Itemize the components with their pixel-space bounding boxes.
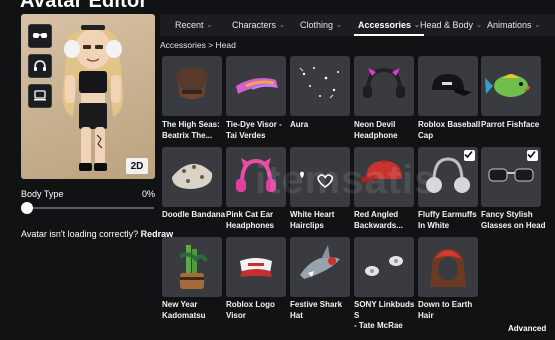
body-type-slider-track[interactable] <box>26 207 154 209</box>
item-tile-down-to-earth-hair[interactable] <box>418 237 478 297</box>
earbuds-thumbnail <box>365 256 403 276</box>
item-name: Festive Shark Hat <box>290 300 343 320</box>
loading-hint: Avatar isn't loading correctly? Redraw <box>21 229 173 239</box>
item-name: Fancy Stylish Glasses on Head <box>481 210 546 230</box>
aura-thumbnail <box>299 67 339 99</box>
equipped-checkmark <box>527 150 538 161</box>
breadcrumb-current: Head <box>215 40 236 50</box>
heart-clip-thumbnail <box>300 171 334 188</box>
item-tile-red-angled-backwards-cap[interactable] <box>354 147 414 207</box>
item-tile-fluffy-earmuffs[interactable] <box>418 147 478 207</box>
body-type-value: 0% <box>142 189 156 199</box>
item-name: SONY Linkbuds S- Tate McRae <box>354 300 415 330</box>
headphone-thumbnail <box>236 158 276 192</box>
pirate-hat-thumbnail <box>176 67 208 99</box>
avatar-figure <box>62 25 124 171</box>
item-name: Tie-Dye Visor - Tai Verdes <box>226 120 282 140</box>
item-name: The High Seas: Beatrix The... <box>162 120 220 140</box>
sunglasses-slot-button[interactable] <box>28 24 52 48</box>
chevron-down-icon: ⌄ <box>336 22 342 29</box>
hair-thumbnail <box>430 249 466 287</box>
item-tile-sony-linkbuds[interactable] <box>354 237 414 297</box>
item-tile-roblox-baseball-cap[interactable] <box>418 56 478 116</box>
breadcrumb-separator: > <box>208 40 214 50</box>
category-tabs: Recent ⌄ Characters ⌄ Clothing ⌄ Accessorie… <box>160 14 555 36</box>
monitor-slot-button[interactable] <box>28 84 52 108</box>
sunglasses-icon <box>33 33 47 38</box>
tab-recent[interactable]: Recent ⌄ <box>175 14 212 36</box>
bandana-thumbnail <box>172 163 213 189</box>
item-tile-parrot-fishface[interactable] <box>481 56 541 116</box>
item-name: Red Angled Backwards... <box>354 210 403 230</box>
item-tile-fancy-stylish-glasses[interactable] <box>481 147 541 207</box>
item-name: Down to Earth Hair <box>418 300 473 320</box>
item-tile-aura[interactable] <box>290 56 350 116</box>
headphones-icon <box>34 60 46 71</box>
item-tile-doodle-bandana[interactable] <box>162 147 222 207</box>
tab-label: Accessories <box>358 20 412 30</box>
tab-head-and-body[interactable]: Head & Body ⌄ <box>420 14 482 36</box>
item-name: Pink Cat Ear Headphones <box>226 210 275 230</box>
item-tile-beatrix-hat[interactable] <box>162 56 222 116</box>
headphones-slot-button[interactable] <box>28 54 52 78</box>
body-type-slider-handle[interactable] <box>21 202 33 214</box>
fish-thumbnail <box>485 74 530 97</box>
item-tile-neon-devil-headphone[interactable] <box>354 56 414 116</box>
checkmark-icon <box>527 150 536 159</box>
item-name: White Heart Hairclips <box>290 210 335 230</box>
checkmark-icon <box>464 150 473 159</box>
loading-hint-question: Avatar isn't loading correctly? <box>21 229 139 239</box>
item-name: Parrot Fishface <box>481 120 540 129</box>
item-name: Roblox Baseball Cap <box>418 120 481 140</box>
advanced-button[interactable]: Advanced <box>508 324 546 333</box>
body-type-label: Body Type <box>21 189 64 199</box>
chevron-down-icon: ⌄ <box>476 22 482 29</box>
tab-label: Characters <box>232 20 277 30</box>
tab-animations[interactable]: Animations ⌄ <box>487 14 540 36</box>
breadcrumb: Accessories > Head <box>160 40 236 50</box>
tab-accessories[interactable]: Accessories ⌄ <box>354 14 424 36</box>
shark-hat-thumbnail <box>300 245 340 279</box>
visor-thumbnail <box>236 78 278 94</box>
item-name: New Year Kadomatsu <box>162 300 206 320</box>
baseball-cap-thumbnail <box>432 74 472 96</box>
page-title: Avatar Editor <box>20 0 148 12</box>
chevron-down-icon: ⌄ <box>279 22 285 29</box>
breadcrumb-parent[interactable]: Accessories <box>160 40 206 50</box>
chevron-down-icon: ⌄ <box>534 22 541 29</box>
item-name: Aura <box>290 120 309 129</box>
item-tile-new-year-kadomatsu[interactable] <box>162 237 222 297</box>
tab-clothing[interactable]: Clothing ⌄ <box>300 14 342 36</box>
tab-label: Recent <box>175 20 204 30</box>
avatar-preview[interactable]: 2D <box>21 14 155 179</box>
item-tile-pink-cat-ear-headphones[interactable] <box>226 147 286 207</box>
item-name: Roblox Logo Visor <box>226 300 275 320</box>
item-tile-white-heart-hairclips[interactable] <box>290 147 350 207</box>
item-tile-roblox-logo-visor[interactable] <box>226 237 286 297</box>
item-name: Neon Devil Headphone <box>354 120 398 140</box>
headphone-thumbnail <box>363 67 405 98</box>
visor-thumbnail <box>240 258 272 277</box>
tab-label: Head & Body <box>420 20 474 30</box>
item-tile-festive-shark-hat[interactable] <box>290 237 350 297</box>
monitor-icon <box>34 90 46 101</box>
item-name: Doodle Bandana <box>162 210 226 219</box>
tab-label: Animations <box>487 20 532 30</box>
chevron-down-icon: ⌄ <box>206 22 213 29</box>
tab-characters[interactable]: Characters ⌄ <box>232 14 285 36</box>
equipped-checkmark <box>464 150 475 161</box>
cap-thumbnail <box>362 159 402 183</box>
kadomatsu-thumbnail <box>178 245 208 289</box>
item-name: Fluffy Earmuffs In White <box>418 210 477 230</box>
tab-label: Clothing <box>300 20 334 30</box>
item-tile-tie-dye-visor[interactable] <box>226 56 286 116</box>
view-2d-button[interactable]: 2D <box>126 158 148 174</box>
